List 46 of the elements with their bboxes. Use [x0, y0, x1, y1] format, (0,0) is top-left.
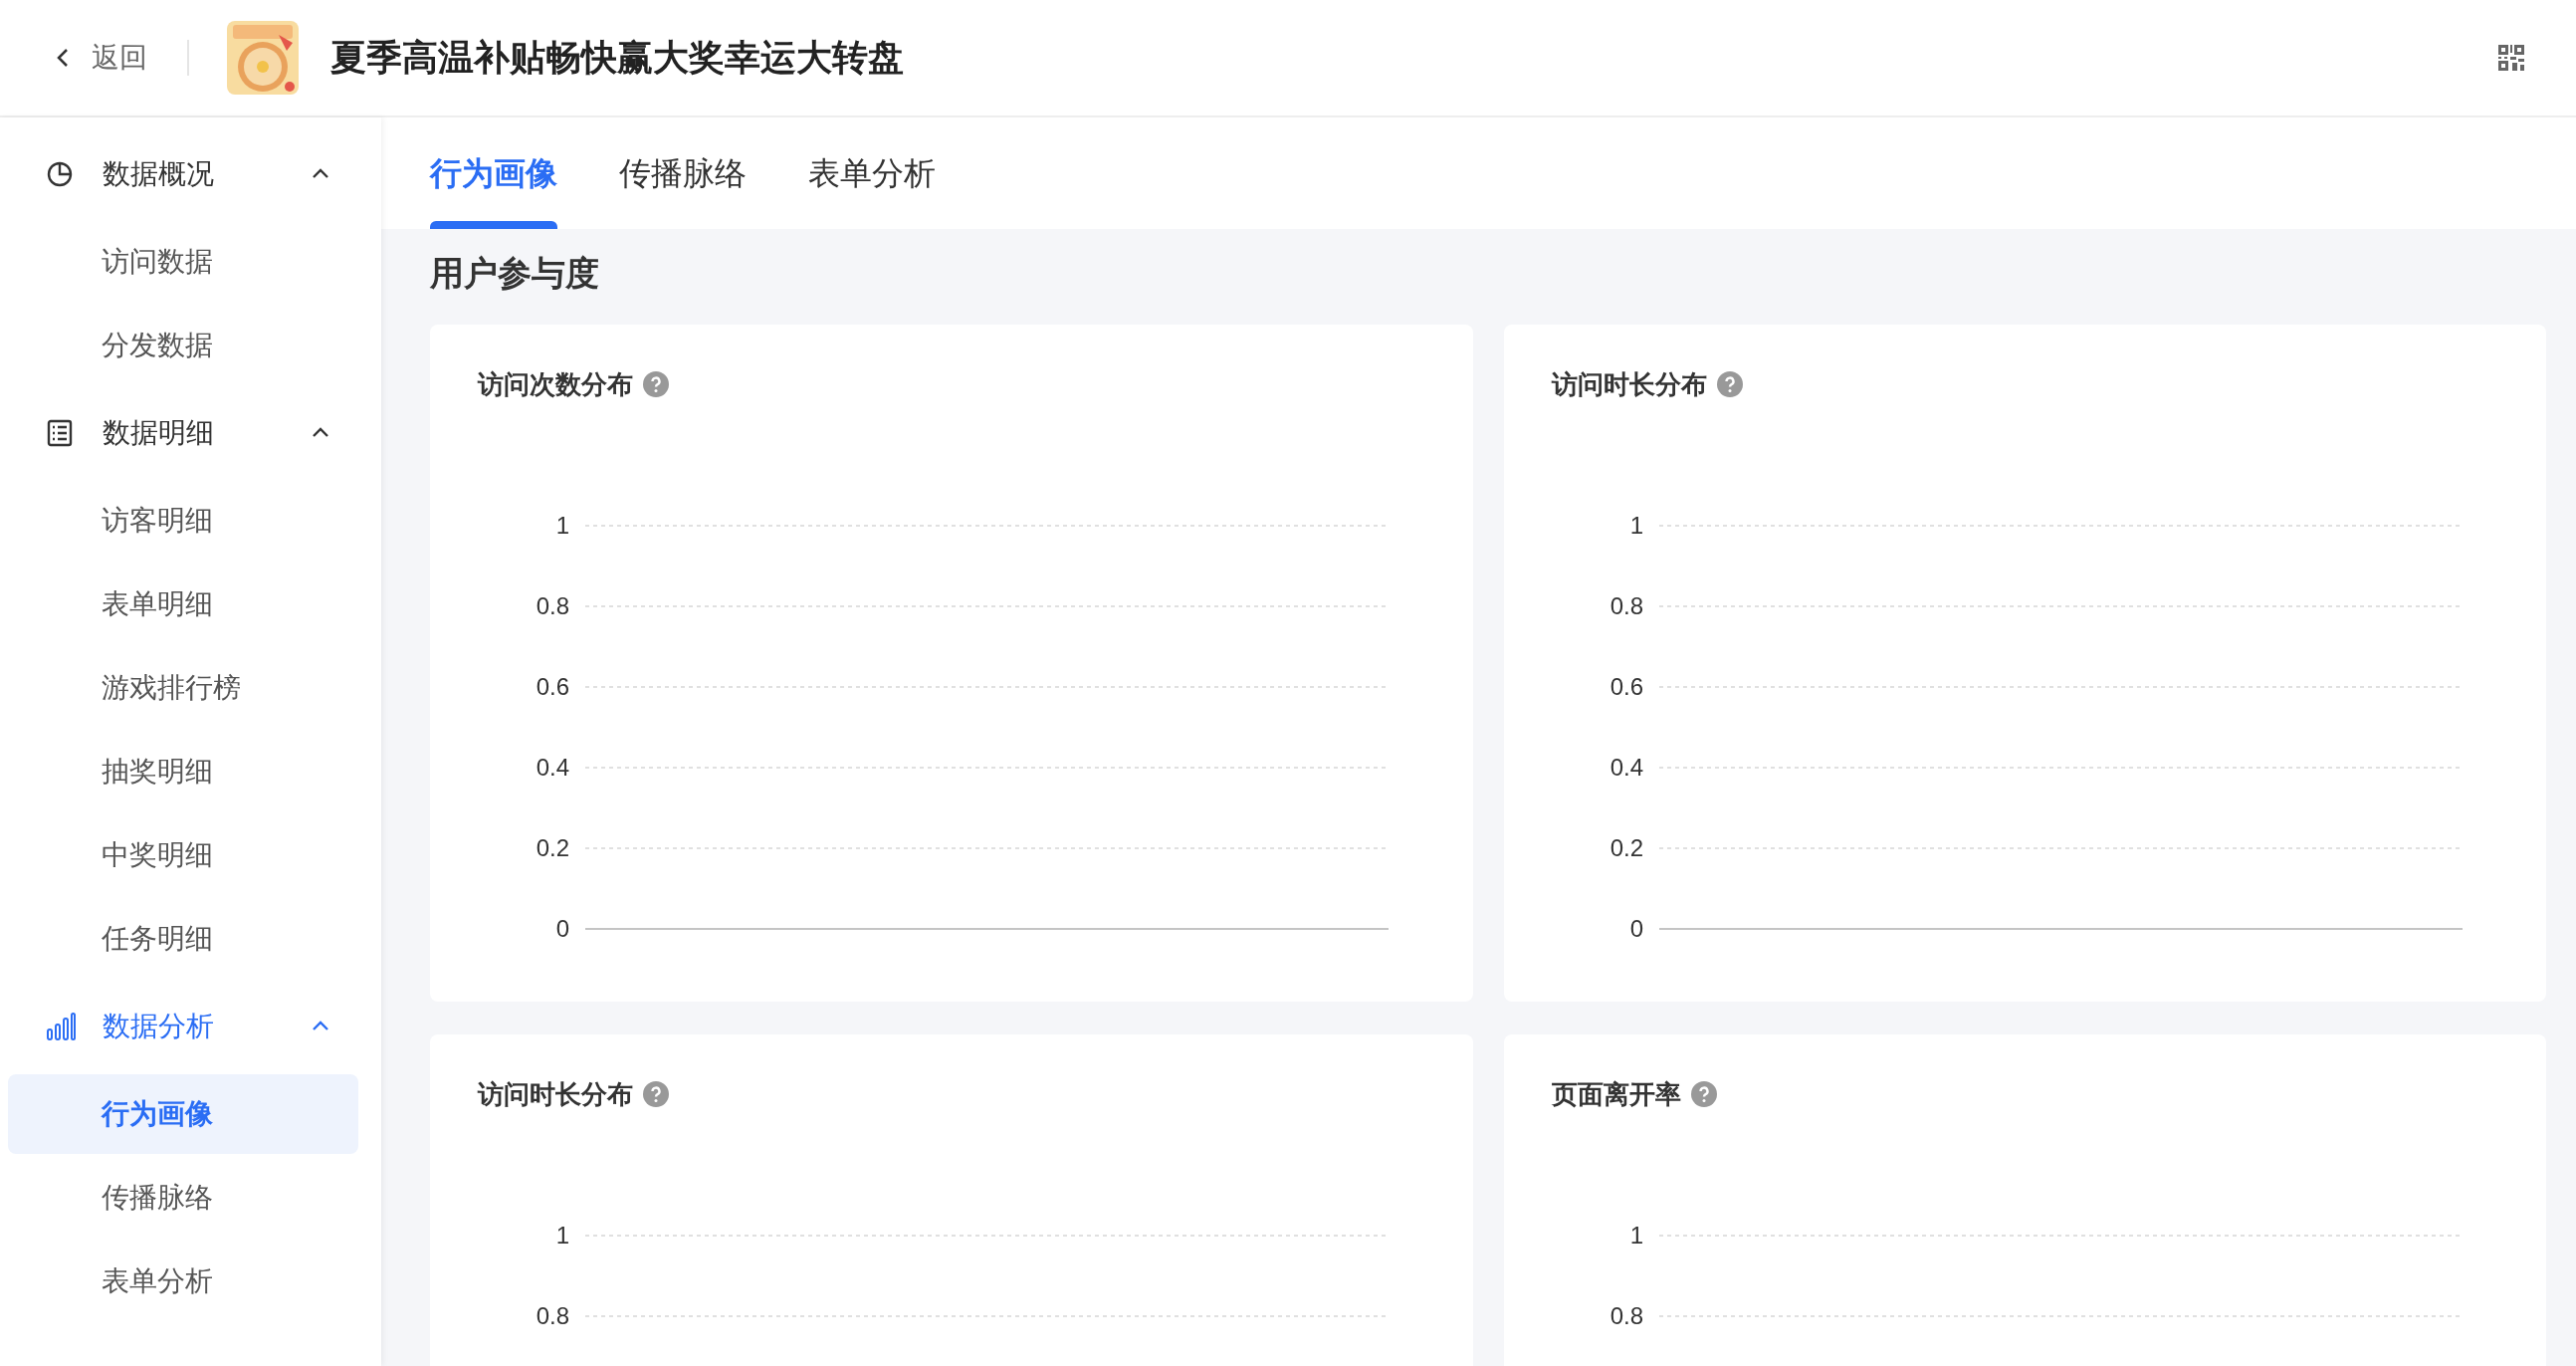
card-title: 访问次数分布 — [478, 367, 633, 401]
page-title: 夏季高温补贴畅快赢大奖幸运大转盘 — [330, 36, 904, 80]
sidebar-item[interactable]: 分发数据 — [8, 306, 358, 385]
y-tick-label: 0.8 — [1610, 592, 1643, 619]
sidebar-group[interactable]: 数据分析 — [0, 983, 381, 1070]
sidebar-item[interactable]: 访问数据 — [8, 222, 358, 302]
y-tick-label: 0.8 — [536, 592, 569, 619]
sidebar-item[interactable]: 任务明细 — [8, 899, 358, 979]
card-title: 页面离开率 — [1551, 1077, 1681, 1111]
y-tick-label: 0.6 — [1610, 673, 1643, 700]
sidebar-item[interactable]: 访客明细 — [8, 481, 358, 561]
y-tick-label: 0.2 — [536, 834, 569, 861]
y-tick-label: 0.8 — [1610, 1302, 1643, 1329]
qr-code-icon[interactable] — [2498, 45, 2524, 71]
back-button[interactable]: 返回 — [52, 37, 147, 79]
tab[interactable]: 传播脉络 — [619, 117, 747, 229]
sidebar-item[interactable]: 传播脉络 — [8, 1158, 358, 1238]
card-title: 访问时长分布 — [478, 1077, 633, 1111]
y-tick-label: 0 — [555, 915, 569, 942]
sidebar-item[interactable]: 行为画像 — [8, 1074, 358, 1154]
y-tick-label: 1 — [1629, 1222, 1643, 1249]
help-icon[interactable] — [643, 1081, 669, 1107]
card-title: 访问时长分布 — [1551, 367, 1707, 401]
help-icon[interactable] — [643, 371, 669, 397]
y-tick-label: 1 — [555, 512, 569, 539]
help-icon[interactable] — [1716, 371, 1743, 397]
sidebar-item[interactable]: 表单分析 — [8, 1242, 358, 1321]
y-tick-label: 0.6 — [536, 673, 569, 700]
y-tick-label: 1 — [555, 1222, 569, 1249]
section-title: 用户参与度 — [429, 253, 600, 294]
y-tick-label: 0.4 — [1610, 754, 1643, 781]
y-tick-label: 0.2 — [1610, 834, 1643, 861]
sidebar-group[interactable]: 数据概况 — [0, 130, 381, 218]
help-icon[interactable] — [1690, 1081, 1717, 1107]
y-tick-label: 0.4 — [536, 754, 569, 781]
sidebar-group[interactable]: 数据明细 — [0, 389, 381, 477]
sidebar-item[interactable]: 抽奖明细 — [8, 732, 358, 811]
bar-chart-icon — [45, 1012, 76, 1041]
sidebar-item[interactable]: 中奖明细 — [8, 815, 358, 895]
tab[interactable]: 表单分析 — [808, 117, 936, 229]
tab[interactable]: 行为画像 — [430, 117, 557, 229]
sidebar-item[interactable]: 游戏排行榜 — [8, 648, 358, 728]
y-tick-label: 0 — [1629, 915, 1643, 942]
y-tick-label: 0.8 — [536, 1302, 569, 1329]
sidebar-item[interactable]: 表单明细 — [8, 565, 358, 644]
y-tick-label: 1 — [1629, 512, 1643, 539]
